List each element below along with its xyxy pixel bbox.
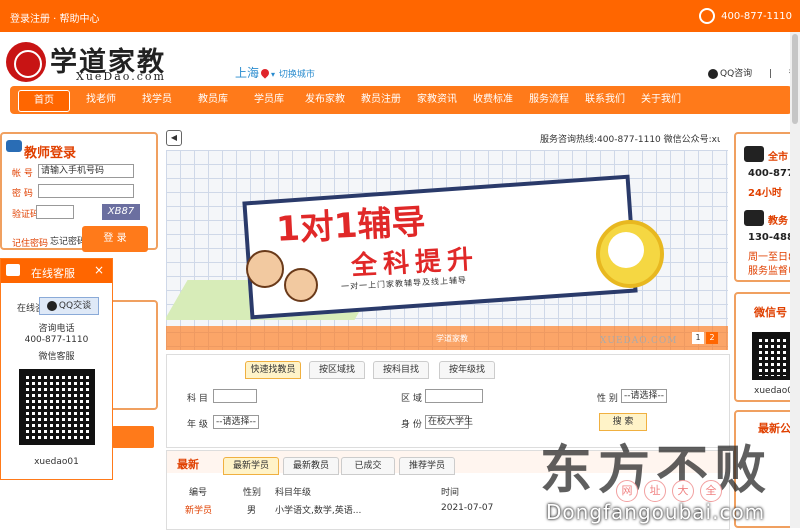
password-input[interactable]	[38, 184, 134, 198]
users-icon	[6, 140, 22, 152]
nav-item[interactable]: 发布家教	[300, 90, 350, 110]
identity-select[interactable]: 在校大学生	[425, 415, 473, 429]
wechat-qr-code	[752, 332, 790, 380]
forgot-link[interactable]: 忘记密码	[50, 234, 86, 247]
tab-subject[interactable]: 按科目找	[373, 361, 429, 379]
login-button[interactable]: 登 录	[82, 226, 148, 252]
captcha-input[interactable]	[36, 205, 74, 219]
table-row-subject[interactable]: 小学语文,数学,英语...	[275, 503, 361, 516]
nav-item[interactable]: 教员注册	[356, 90, 406, 110]
banner-caption: 学道家教	[436, 334, 468, 343]
remember-label[interactable]: 记住密码	[12, 236, 48, 249]
tab-grade[interactable]: 按年级找	[439, 361, 495, 379]
top-hotline: 400-877-1110	[699, 8, 792, 24]
top-bar: 登录注册 · 帮助中心 400-877-1110	[0, 0, 800, 32]
nav-item[interactable]: 收费标准	[468, 90, 518, 110]
table-row-id[interactable]: 新学员	[185, 503, 212, 516]
teacher-login-panel: 教师登录 帐 号 请输入手机号码 密 码 验证码 XB87 记住密码 忘记密码 …	[0, 132, 158, 252]
kid-illustration	[284, 268, 318, 302]
page-scrollbar[interactable]	[790, 32, 800, 528]
qq-icon	[708, 68, 718, 79]
nav-item[interactable]: 服务流程	[524, 90, 574, 110]
chat-bubble-icon	[6, 264, 20, 276]
city-selector[interactable]: 上海 ▾ 切换城市	[235, 64, 315, 81]
tab-latest-students[interactable]: 最新学员	[223, 457, 279, 475]
username-input[interactable]: 请输入手机号码	[38, 164, 134, 178]
chat-header: 在线客服 ×	[1, 259, 112, 283]
tab-area[interactable]: 按区域找	[309, 361, 365, 379]
seal-logo-icon	[6, 42, 46, 82]
close-icon[interactable]: ×	[94, 263, 104, 277]
chevron-down-icon: ▾	[271, 70, 276, 79]
phone-icon	[699, 8, 716, 24]
speaker-icon[interactable]: ◀	[166, 130, 182, 146]
tab-quick[interactable]: 快速找教员	[245, 361, 301, 379]
main-nav: 首页 找老师 找学员 教员库 学员库 发布家教 教员注册 家教资讯 收费标准 服…	[10, 86, 792, 114]
alarm-clock-icon	[596, 220, 664, 288]
site-logo[interactable]: 学道家教 XueDao.com	[6, 40, 181, 84]
nav-item[interactable]: 家教资讯	[412, 90, 462, 110]
list-title: 最新	[177, 458, 199, 471]
logo-en: XueDao.com	[76, 70, 166, 83]
top-links[interactable]: 登录注册 · 帮助中心	[10, 10, 100, 25]
header-qq[interactable]: QQ咨询 | 微信	[708, 66, 800, 79]
gender-select[interactable]: --请选择--	[621, 389, 667, 403]
chat-qr-code	[19, 369, 95, 445]
telephone-icon	[744, 146, 764, 162]
nav-home[interactable]: 首页	[18, 90, 70, 112]
login-title: 教师登录	[24, 146, 77, 161]
notice-marquee: 服务咨询热线:400-877-1110 微信公众号:xuedao_	[540, 135, 720, 145]
online-service-widget: 在线客服 × 在线咨询 QQ交谈 咨询电话 400-877-1110 微信客服 …	[0, 258, 113, 480]
subject-input[interactable]	[213, 389, 257, 403]
telephone-icon	[744, 210, 764, 226]
tab-done[interactable]: 已成交	[341, 457, 395, 475]
kid-illustration	[246, 250, 284, 288]
location-pin-icon	[259, 67, 271, 79]
nav-item[interactable]: 找老师	[76, 90, 126, 110]
banner-brand: XUEDAO.COM	[600, 336, 678, 346]
scrollbar-thumb[interactable]	[792, 34, 798, 124]
tab-latest-teachers[interactable]: 最新教员	[283, 457, 339, 475]
area-input[interactable]	[425, 389, 483, 403]
qq-icon	[46, 300, 57, 311]
watermark-domain: Dongfangoubai.com	[546, 500, 766, 524]
nav-item[interactable]: 教员库	[188, 90, 238, 110]
tab-recommend[interactable]: 推荐学员	[399, 457, 455, 475]
banner-page-1[interactable]: 1	[692, 332, 704, 344]
nav-item[interactable]: 关于我们	[636, 90, 686, 110]
banner-pager: 12	[690, 332, 718, 344]
qq-chat-button[interactable]: QQ交谈	[39, 297, 99, 315]
captcha-image[interactable]: XB87	[102, 204, 140, 220]
hero-banner[interactable]: 1对1辅导 全科提升 一对一上门家教辅导及线上辅导 学道家教 XUEDAO.CO…	[166, 150, 728, 350]
nav-item[interactable]: 联系我们	[580, 90, 630, 110]
nav-item[interactable]: 找学员	[132, 90, 182, 110]
banner-page-2[interactable]: 2	[706, 332, 718, 344]
grade-select[interactable]: --请选择--	[213, 415, 259, 429]
nav-item[interactable]: 学员库	[244, 90, 294, 110]
